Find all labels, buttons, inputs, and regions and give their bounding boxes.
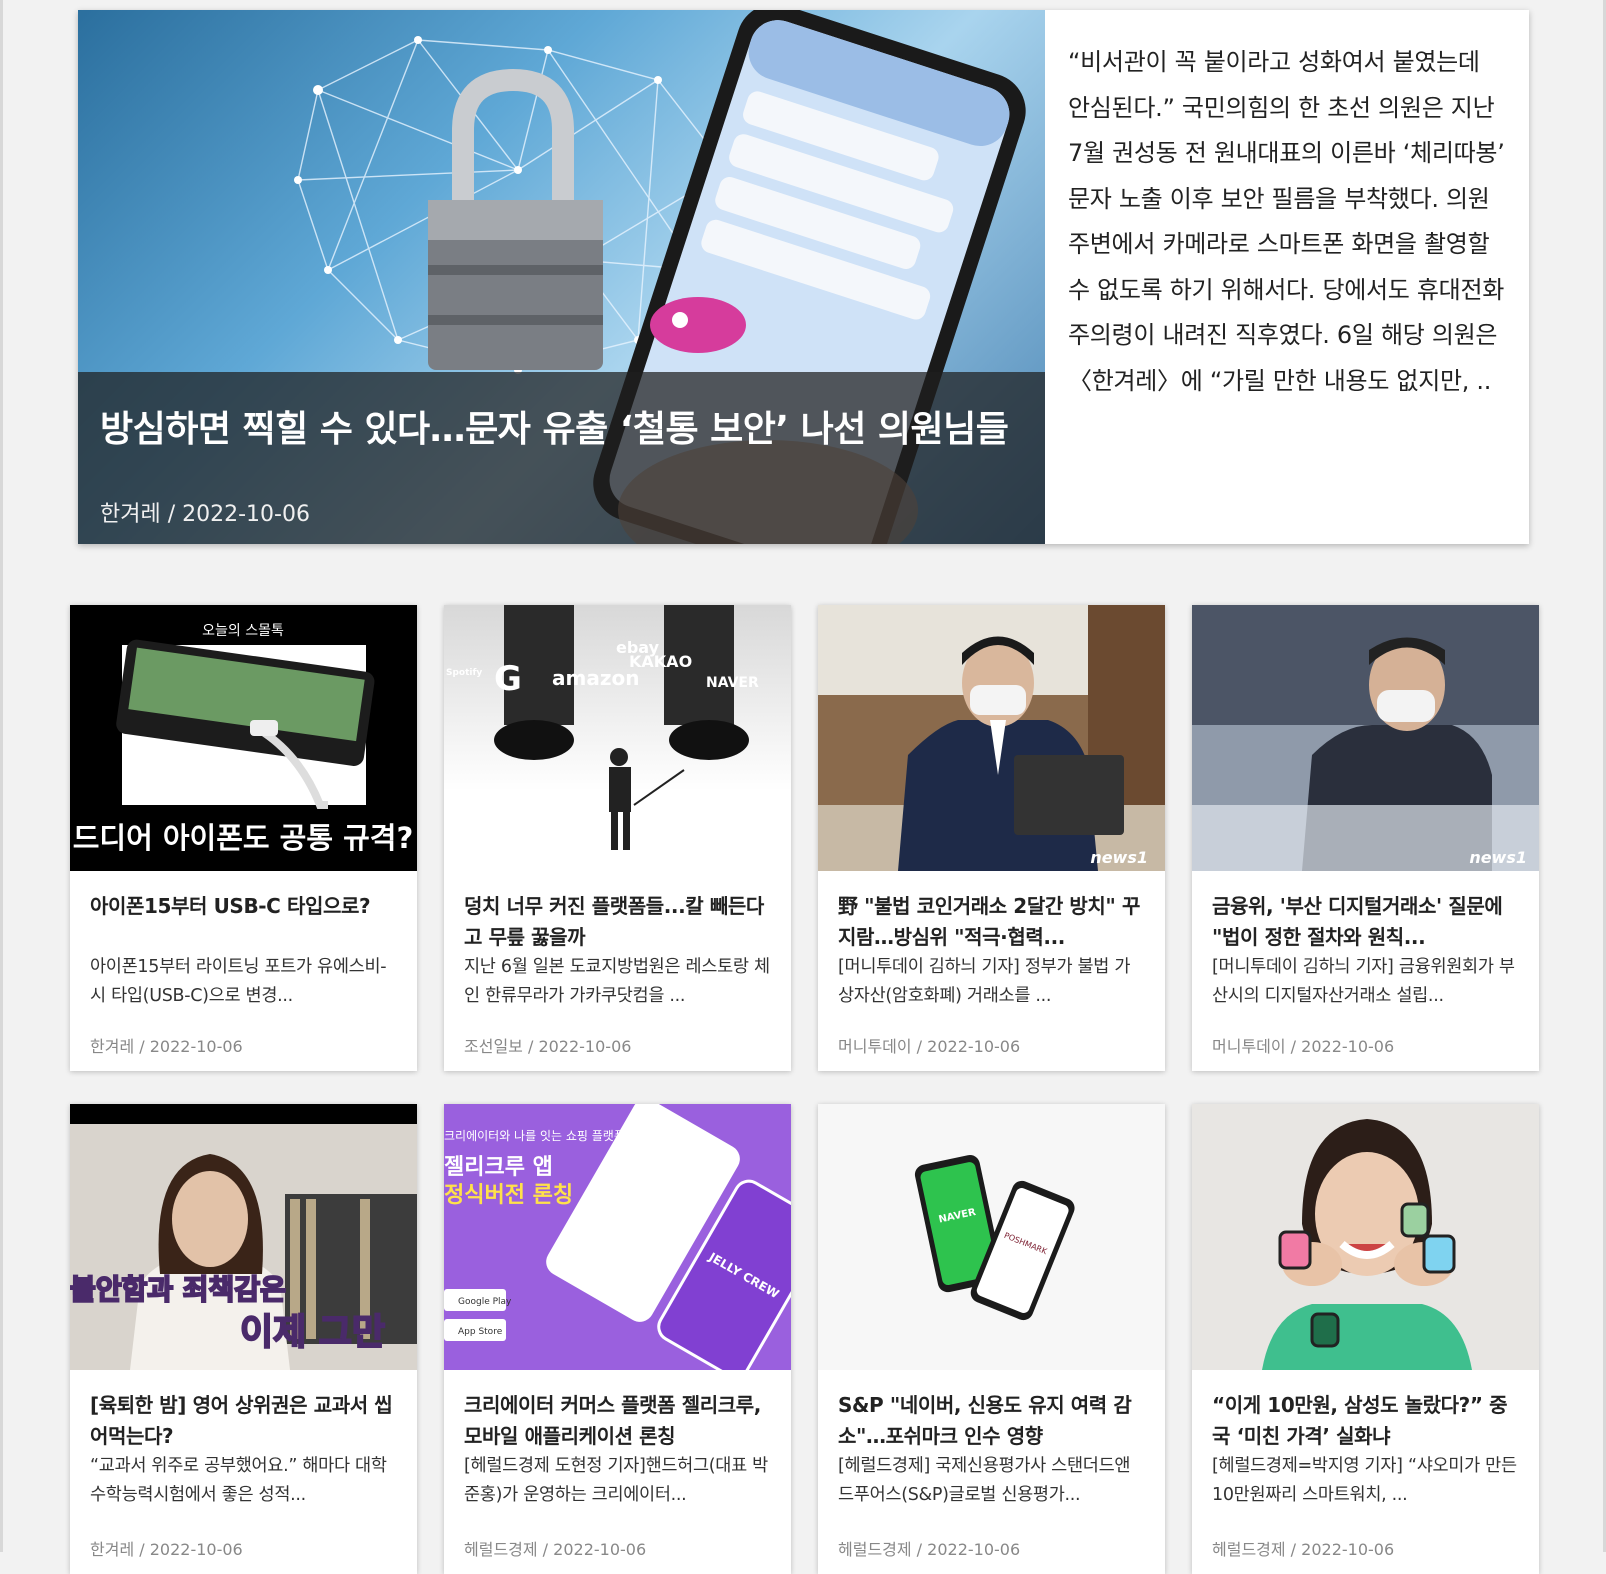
news-card-meta: 머니투데이 / 2022-10-06 <box>1212 1037 1395 1056</box>
news-card[interactable]: ebay amazon KAKAO NAVER G Spotify 덩치 너무 … <box>444 605 791 1071</box>
news-card-title[interactable]: 금융위, '부산 디지털거래소' 질문에 "법이 정한 절차와 원칙... <box>1212 891 1519 953</box>
svg-text:정식버전 론칭: 정식버전 론칭 <box>444 1183 573 1208</box>
svg-text:G: G <box>494 659 522 699</box>
svg-text:NAVER: NAVER <box>706 675 759 691</box>
news-card-thumbnail: NAVER POSHMARK <box>818 1104 1165 1370</box>
svg-text:크리에이터와 나를 잇는 쇼핑 플랫폼: 크리에이터와 나를 잇는 쇼핑 플랫폼 <box>444 1129 625 1143</box>
news-card-summary: [헤럴드경제 도현정 기자]핸드허그(대표 박준홍)가 운영하는 크리에이터..… <box>464 1456 768 1505</box>
thumb-caption: 드디어 아이폰도 공통 규격? <box>73 821 414 855</box>
featured-article-meta: 한겨레 / 2022-10-06 <box>100 502 310 527</box>
thumb-header-text: 오늘의 스몰톡 <box>202 623 284 639</box>
news-card-thumbnail: ebay amazon KAKAO NAVER G Spotify <box>444 605 791 871</box>
news-card-thumbnail: news1 <box>1192 605 1539 871</box>
news-card-thumbnail: 크리에이터와 나를 잇는 쇼핑 플랫폼 젤리크루 앱 정식버전 론칭 JELLY… <box>444 1104 791 1370</box>
news-card-meta: 한겨레 / 2022-10-06 <box>90 1540 243 1559</box>
thumb-watermark: news1 <box>1090 848 1148 867</box>
news-card[interactable]: 오늘의 스몰톡 드디어 아이폰도 공통 규격? 아이폰15부터 USB-C 타입… <box>70 605 417 1071</box>
news-card-title[interactable]: 덩치 너무 커진 플랫폼들...칼 빼든다고 무릎 꿇을까 <box>464 891 771 953</box>
news-card-summary: 아이폰15부터 라이트닝 포트가 유에스비-시 타입(USB-C)으로 변경..… <box>90 957 387 1006</box>
news-card-meta: 머니투데이 / 2022-10-06 <box>838 1037 1021 1056</box>
news-card-thumbnail: 오늘의 스몰톡 드디어 아이폰도 공통 규격? <box>70 605 417 871</box>
news-card-summary: [헤럴드경제] 국제신용평가사 스탠더드앤드푸어스(S&P)글로벌 신용평가..… <box>838 1456 1131 1505</box>
thumb-watermark: news1 <box>1469 848 1527 867</box>
svg-text:Spotify: Spotify <box>446 668 482 678</box>
news-card-thumbnail: 불안함과 죄책감은 이제 그만 <box>70 1104 417 1370</box>
news-card-title[interactable]: 아이폰15부터 USB-C 타입으로? <box>90 891 397 953</box>
svg-text:젤리크루 앱: 젤리크루 앱 <box>444 1155 553 1180</box>
news-card-title[interactable]: “이게 10만원, 삼성도 놀랐다?” 중국 ‘미친 가격’ 실화냐 <box>1212 1390 1519 1452</box>
news-card-title[interactable]: S&P "네이버, 신용도 유지 여력 감소"…포쉬마크 인수 영향 <box>838 1390 1145 1452</box>
news-card-summary: [머니투데이 김하늬 기자] 금융위원회가 부산시의 디지털자산거래소 설립..… <box>1212 957 1515 1006</box>
news-card[interactable]: news1 금융위, '부산 디지털거래소' 질문에 "법이 정한 절차와 원칙… <box>1192 605 1539 1071</box>
svg-text:App Store: App Store <box>458 1327 503 1337</box>
news-card-title[interactable]: 野 "불법 코인거래소 2달간 방치" 꾸지람…방심위 "적극·협력... <box>838 891 1145 953</box>
news-card[interactable]: news1 野 "불법 코인거래소 2달간 방치" 꾸지람…방심위 "적극·협력… <box>818 605 1165 1071</box>
svg-text:Google Play: Google Play <box>458 1297 512 1307</box>
news-card-meta: 헤럴드경제 / 2022-10-06 <box>464 1540 647 1559</box>
thumb-caption: 불안함과 죄책감은 <box>70 1273 286 1306</box>
news-card[interactable]: “이게 10만원, 삼성도 놀랐다?” 중국 ‘미친 가격’ 실화냐 [헤럴드경… <box>1192 1104 1539 1574</box>
left-border <box>0 0 3 1552</box>
news-card[interactable]: 불안함과 죄책감은 이제 그만 [육퇴한 밤] 영어 상위권은 교과서 씹어먹는… <box>70 1104 417 1574</box>
news-card-meta: 헤럴드경제 / 2022-10-06 <box>838 1540 1021 1559</box>
featured-article-summary: “비서관이 꼭 붙이라고 성화여서 붙였는데 안심된다.” 국민의힘의 한 초선… <box>1068 48 1505 395</box>
news-card-meta: 조선일보 / 2022-10-06 <box>464 1037 632 1056</box>
featured-article-title[interactable]: 방심하면 찍힐 수 있다…문자 유출 ‘철통 보안’ 나선 의원님들 <box>100 400 1030 452</box>
news-card[interactable]: 크리에이터와 나를 잇는 쇼핑 플랫폼 젤리크루 앱 정식버전 론칭 JELLY… <box>444 1104 791 1574</box>
news-card-title[interactable]: [육퇴한 밤] 영어 상위권은 교과서 씹어먹는다? <box>90 1390 397 1452</box>
news-card-title[interactable]: 크리에이터 커머스 플랫폼 젤리크루, 모바일 애플리케이션 론칭 <box>464 1390 771 1452</box>
svg-text:KAKAO: KAKAO <box>629 652 692 671</box>
news-card-summary: “교과서 위주로 공부했어요.” 해마다 대학수학능력시험에서 좋은 성적... <box>90 1456 387 1505</box>
thumb-caption: 이제 그만 <box>240 1312 385 1353</box>
news-card-meta: 한겨레 / 2022-10-06 <box>90 1037 243 1056</box>
news-card-meta: 헤럴드경제 / 2022-10-06 <box>1212 1540 1395 1559</box>
news-card-summary: 지난 6월 일본 도쿄지방법원은 레스토랑 체인 한류무라가 가카쿠닷컴을 ..… <box>464 957 770 1006</box>
news-card-summary: [머니투데이 김하늬 기자] 정부가 불법 가상자산(암호화폐) 거래소를 ..… <box>838 957 1131 1006</box>
svg-text:amazon: amazon <box>552 666 639 690</box>
news-card-thumbnail: news1 <box>818 605 1165 871</box>
news-card-summary: [헤럴드경제=박지영 기자] “샤오미가 만든 10만원짜리 스마트워치, ..… <box>1212 1456 1517 1505</box>
news-card-thumbnail <box>1192 1104 1539 1370</box>
news-card[interactable]: NAVER POSHMARK S&P "네이버, 신용도 유지 여력 감소"…포… <box>818 1104 1165 1574</box>
featured-article[interactable]: 방심하면 찍힐 수 있다…문자 유출 ‘철통 보안’ 나선 의원님들 한겨레 /… <box>78 10 1529 544</box>
